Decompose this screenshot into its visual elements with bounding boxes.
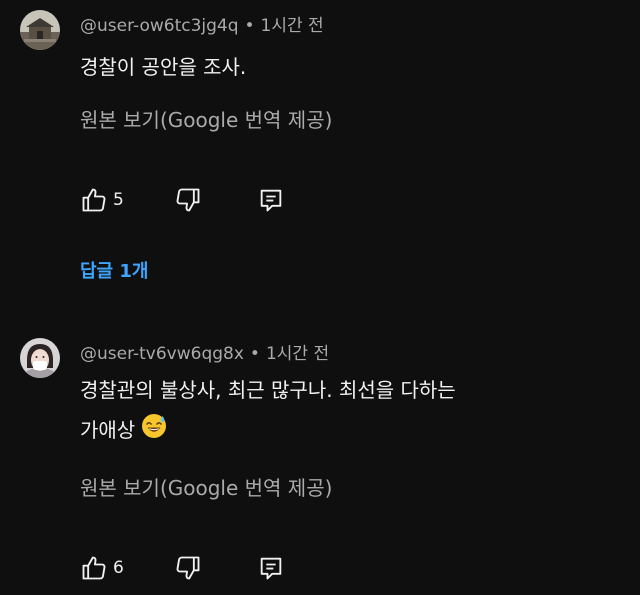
comment-text: 경찰관의 불상사, 최근 많구나. 최선을 다하는 가애상 <box>80 370 456 452</box>
comment-text-line: 경찰이 공안을 조사. <box>80 55 247 79</box>
view-replies-button[interactable]: 답글 1개 <box>80 258 148 286</box>
reply-button[interactable] <box>257 186 285 214</box>
reply-comment-icon <box>260 189 282 212</box>
timestamp[interactable]: 1시간 전 <box>266 344 329 364</box>
like-button[interactable] <box>80 554 108 582</box>
temple-avatar-icon <box>20 10 60 50</box>
comment-actions: 5 <box>80 186 380 214</box>
comment-text-line: 가애상 <box>80 418 136 442</box>
reply-comment-icon <box>260 557 282 580</box>
thumbs-down-icon <box>176 556 200 580</box>
see-original-link[interactable]: 원본 보기(Google 번역 제공) <box>80 106 332 134</box>
username[interactable]: @user-ow6tc3jg4q <box>80 16 239 36</box>
comment-text-line-2: 가애상 <box>80 410 456 452</box>
separator-dot: • <box>249 344 260 364</box>
comment-meta: @user-tv6vw6qg8x • 1시간 전 <box>80 342 329 366</box>
commenter-avatar[interactable] <box>20 338 60 378</box>
thumbs-up-icon <box>82 188 106 212</box>
thumbs-down-icon <box>176 188 200 212</box>
masked-person-avatar-icon <box>20 338 60 378</box>
dislike-button[interactable] <box>174 554 202 582</box>
see-original-link[interactable]: 원본 보기(Google 번역 제공) <box>80 474 332 502</box>
like-count: 6 <box>113 558 124 578</box>
comment-text: 경찰이 공안을 조사. <box>80 47 246 87</box>
comment-2: @user-tv6vw6qg8x • 1시간 전 경찰관의 불상사, 최근 많구나.… <box>0 330 640 595</box>
comment-1: @user-ow6tc3jg4q • 1시간 전 경찰이 공안을 조사. 원본 보기… <box>0 0 640 300</box>
sweat-smile-emoji-icon <box>141 412 167 452</box>
commenter-avatar[interactable] <box>20 10 60 50</box>
timestamp[interactable]: 1시간 전 <box>261 16 324 36</box>
username[interactable]: @user-tv6vw6qg8x <box>80 344 244 364</box>
comment-meta: @user-ow6tc3jg4q • 1시간 전 <box>80 14 324 38</box>
reply-button[interactable] <box>257 554 285 582</box>
comment-text-line: 경찰관의 불상사, 최근 많구나. 최선을 다하는 <box>80 378 456 402</box>
dislike-button[interactable] <box>174 186 202 214</box>
like-button[interactable] <box>80 186 108 214</box>
thumbs-up-icon <box>82 556 106 580</box>
like-count: 5 <box>113 190 124 210</box>
separator-dot: • <box>244 16 255 36</box>
comment-actions: 6 <box>80 554 380 582</box>
